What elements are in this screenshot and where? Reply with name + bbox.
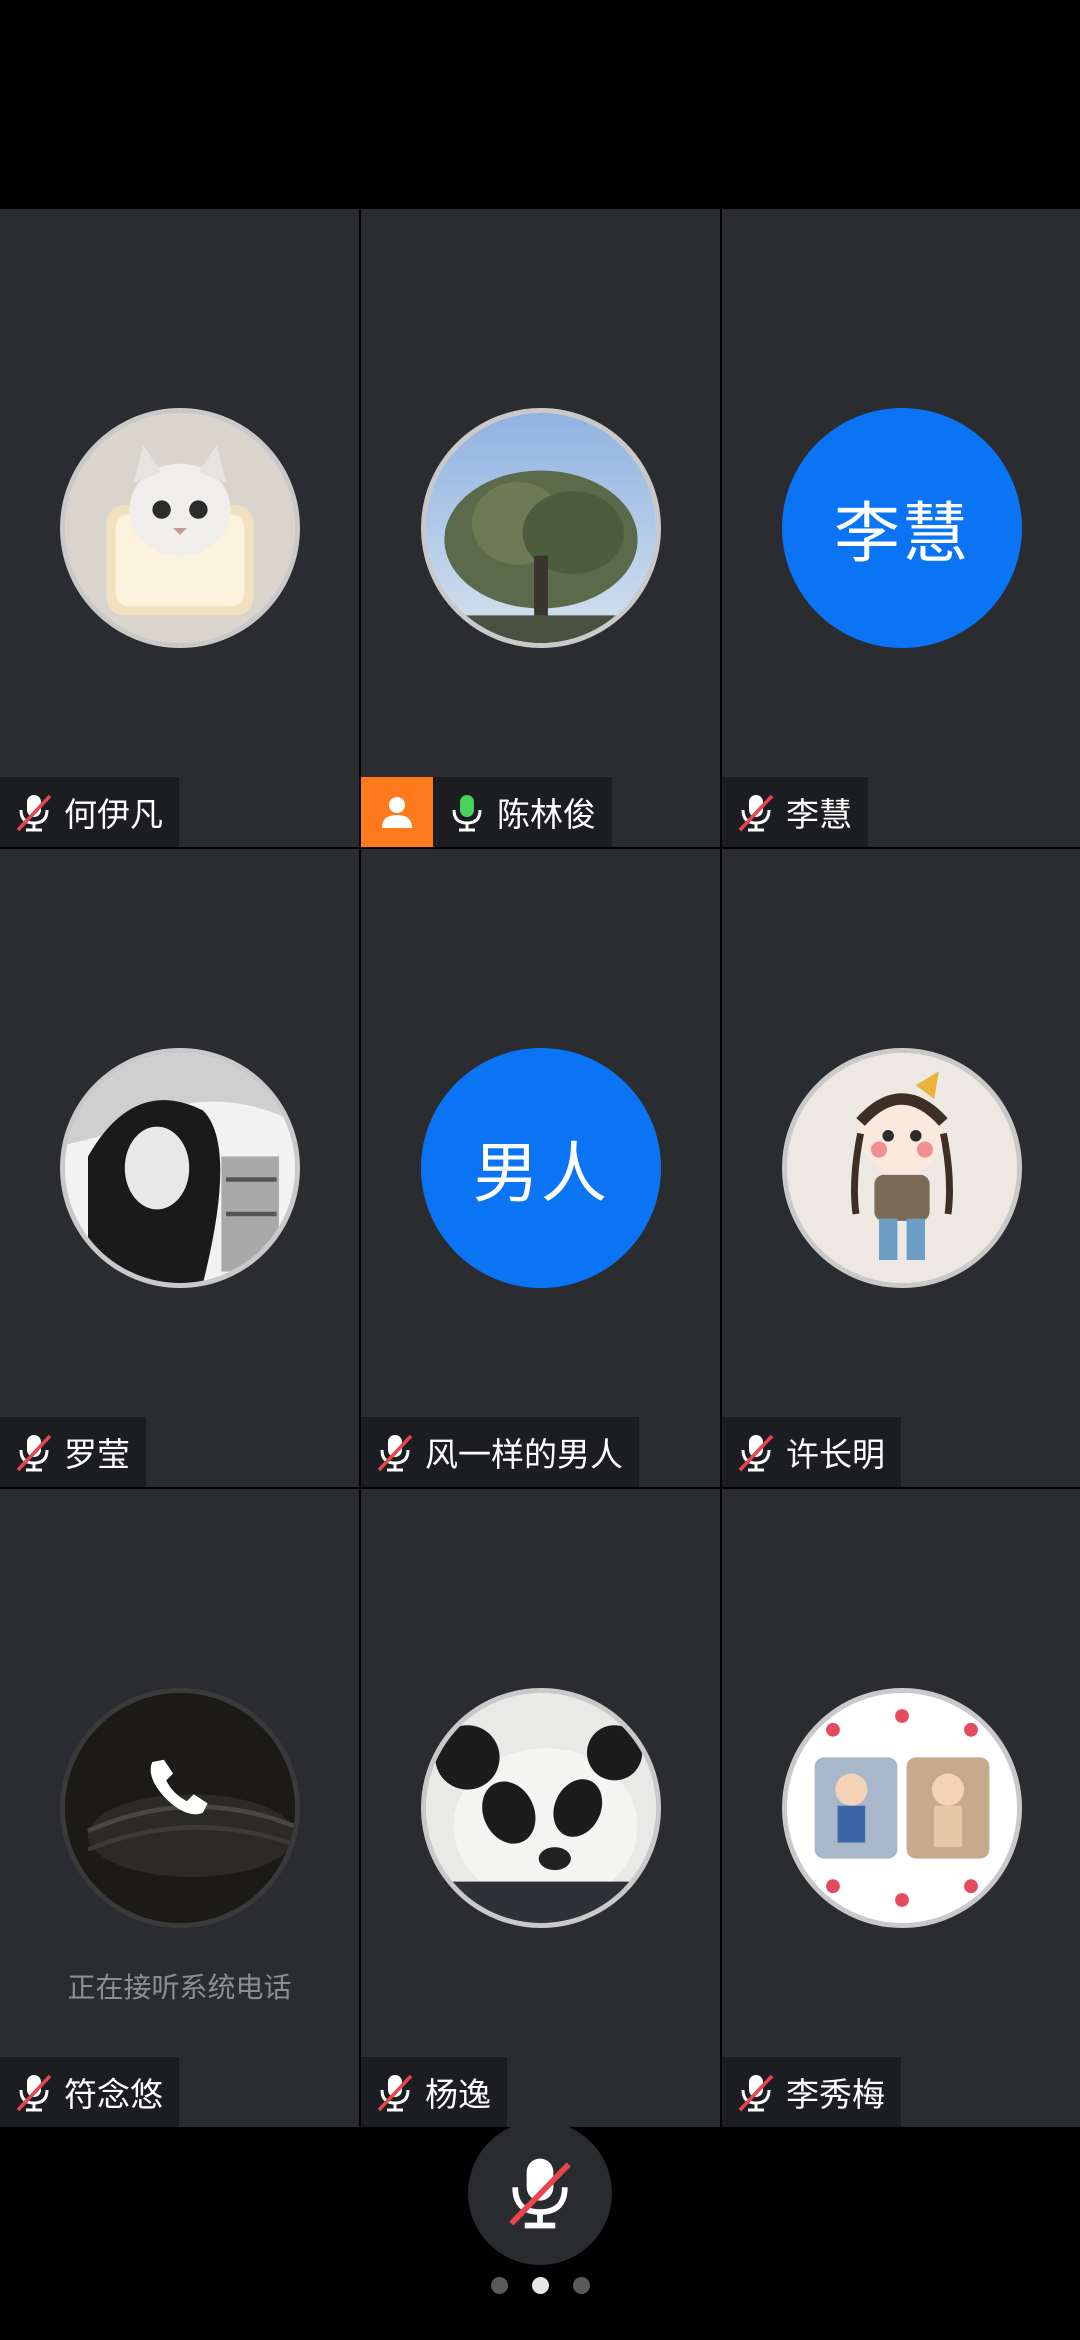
- person-icon: [382, 797, 412, 828]
- participant-tile[interactable]: 男人 风一样的男人: [361, 849, 720, 1487]
- page-dot[interactable]: [490, 2277, 508, 2294]
- stadium-avatar-image: [65, 1693, 295, 1923]
- mic-muted-icon: [16, 794, 52, 832]
- participant-avatar: [60, 1048, 300, 1288]
- participant-name: 风一样的男人: [425, 1435, 623, 1474]
- participant-avatar: [60, 408, 300, 648]
- tree-avatar-image: [426, 413, 656, 643]
- participant-label: 许长明: [722, 1417, 901, 1487]
- cartoon-girl-avatar-image: [787, 1053, 1017, 1283]
- host-badge: [361, 777, 433, 847]
- participant-name: 李慧: [786, 795, 852, 834]
- participant-name: 陈林俊: [497, 795, 596, 834]
- participant-label: 李秀梅: [722, 2057, 901, 2127]
- cat-avatar-image: [65, 413, 295, 643]
- page-dot[interactable]: [572, 2277, 590, 2294]
- mic-muted-icon: [738, 1434, 774, 1472]
- participant-name: 许长明: [786, 1435, 885, 1474]
- participant-name: 李秀梅: [786, 2075, 885, 2114]
- mic-muted-icon: [16, 2074, 52, 2112]
- participant-tile[interactable]: 李秀梅: [722, 1489, 1080, 2127]
- participant-grid: 何伊凡 陈林俊 李慧 李慧 罗莹 男人 风一样的男人 许长明 正在接听系统电话 …: [0, 209, 1080, 2129]
- mic-muted-icon: [738, 2074, 774, 2112]
- mic-toggle-button[interactable]: [468, 2121, 612, 2265]
- participant-tile[interactable]: 正在接听系统电话 符念悠: [0, 1489, 359, 2127]
- participant-name: 罗莹: [64, 1435, 130, 1474]
- participant-label: 何伊凡: [0, 777, 179, 847]
- participant-label: 陈林俊: [361, 777, 612, 847]
- kids-avatar-image: [787, 1693, 1017, 1923]
- participant-name: 杨逸: [425, 2075, 491, 2114]
- mic-muted-icon: [377, 1434, 413, 1472]
- participant-tile[interactable]: 许长明: [722, 849, 1080, 1487]
- participant-tile[interactable]: 何伊凡: [0, 209, 359, 847]
- participant-avatar: [782, 1048, 1022, 1288]
- page-indicator[interactable]: [0, 2277, 1080, 2294]
- participant-avatar: [421, 408, 661, 648]
- participant-tile[interactable]: 罗莹: [0, 849, 359, 1487]
- participant-avatar: [782, 1688, 1022, 1928]
- participant-avatar-text: 李慧: [782, 408, 1022, 648]
- mic-muted-icon: [377, 2074, 413, 2112]
- participant-avatar-text: 男人: [421, 1048, 661, 1288]
- participant-name: 符念悠: [64, 2075, 163, 2114]
- panda-avatar-image: [426, 1693, 656, 1923]
- call-status-text: 正在接听系统电话: [67, 1971, 292, 2004]
- participant-label: 符念悠: [0, 2057, 179, 2127]
- participant-avatar: [60, 1688, 300, 1928]
- participant-label: 风一样的男人: [361, 1417, 639, 1487]
- mic-muted-icon: [738, 794, 774, 832]
- participant-tile[interactable]: 陈林俊: [361, 209, 720, 847]
- mic-on-icon: [452, 795, 482, 832]
- mic-muted-icon: [509, 2158, 571, 2229]
- woman-sketch-avatar-image: [65, 1053, 295, 1283]
- participant-tile[interactable]: 李慧 李慧: [722, 209, 1080, 847]
- participant-label: 罗莹: [0, 1417, 146, 1487]
- participant-avatar: [421, 1688, 661, 1928]
- participant-label: 李慧: [722, 777, 868, 847]
- page-dot-active[interactable]: [531, 2277, 549, 2294]
- participant-name: 何伊凡: [64, 795, 163, 834]
- participant-label: 杨逸: [361, 2057, 507, 2127]
- participant-tile[interactable]: 杨逸: [361, 1489, 720, 2127]
- mic-muted-icon: [16, 1434, 52, 1472]
